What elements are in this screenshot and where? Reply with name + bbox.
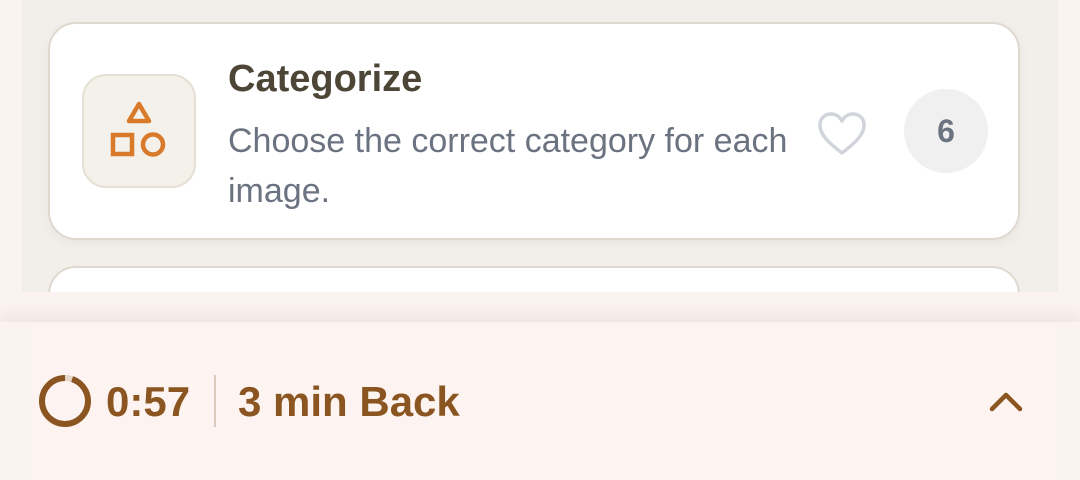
app-screen: Categorize Choose the correct category f… xyxy=(0,0,1080,480)
activity-icon-box xyxy=(82,74,196,188)
activity-title: Categorize xyxy=(228,58,423,100)
activity-description: Choose the correct category for each ima… xyxy=(228,122,788,210)
favorite-button[interactable] xyxy=(814,108,870,160)
activity-list[interactable]: Categorize Choose the correct category f… xyxy=(22,0,1058,292)
heart-outline-icon xyxy=(818,112,866,155)
shapes-icon xyxy=(110,101,166,157)
activity-card-categorize[interactable]: Categorize Choose the correct category f… xyxy=(48,22,1020,240)
divider xyxy=(214,375,216,427)
timer-text: 0:57 xyxy=(106,378,191,425)
chevron-up-icon xyxy=(989,392,1023,412)
expand-button[interactable] xyxy=(982,380,1030,422)
timer-ring-icon xyxy=(39,375,91,427)
activity-card-next[interactable] xyxy=(48,266,1020,292)
count-badge: 6 xyxy=(904,89,988,173)
bottom-bar-content: 0:57 3 min Back xyxy=(32,322,1056,480)
back-label[interactable]: 3 min Back xyxy=(238,378,460,426)
bottom-timer-bar: 0:57 3 min Back xyxy=(0,322,1080,480)
